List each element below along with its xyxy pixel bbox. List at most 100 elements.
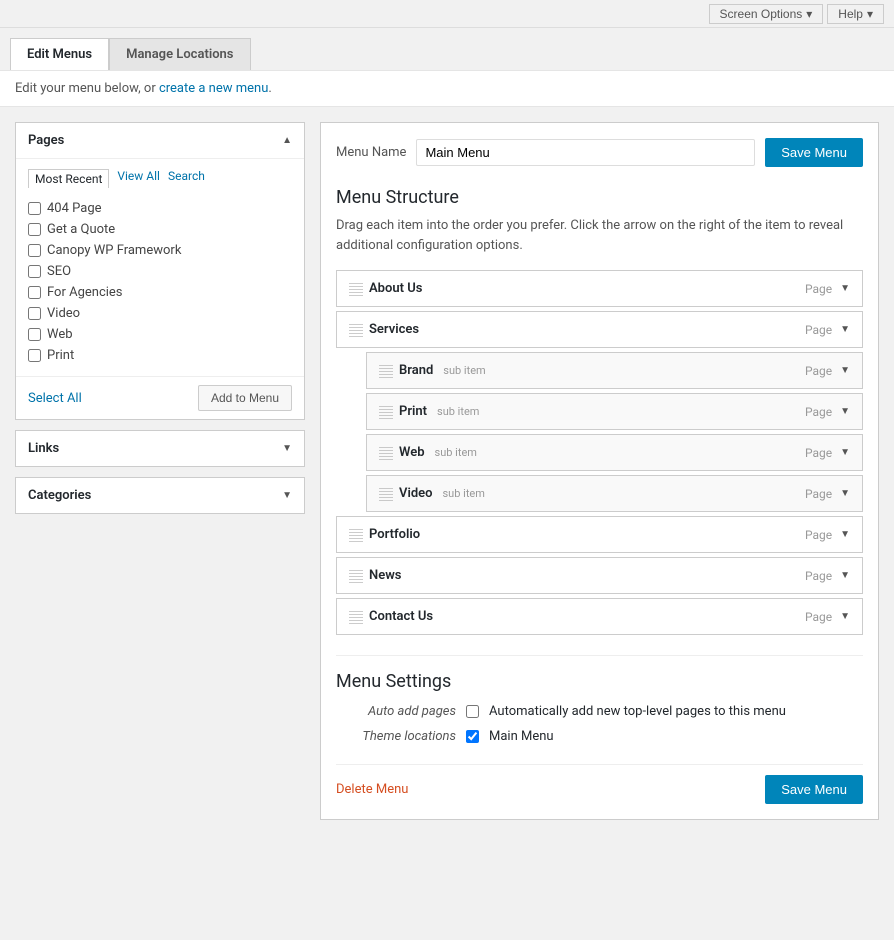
links-accordion: Links ▼ [15,430,305,467]
top-bar: Screen Options ▾ Help ▾ [0,0,894,28]
screen-options-arrow-icon: ▾ [806,7,812,21]
menu-item-about-us-right: Page ▼ [805,282,850,296]
menu-item-web[interactable]: Web sub item Page ▼ [366,434,863,471]
menu-item-video-sub-label: sub item [443,487,485,500]
menu-item-news[interactable]: News Page ▼ [336,557,863,594]
create-new-menu-link[interactable]: create a new menu [159,81,268,96]
select-all-link[interactable]: Select All [28,391,82,406]
menu-item-portfolio-right: Page ▼ [805,528,850,542]
menu-item-contact-us-type: Page [805,610,832,624]
menu-items-list: About Us Page ▼ Services Page ▼ [336,270,863,635]
drag-handle-icon [349,528,363,542]
menu-item-services[interactable]: Services Page ▼ [336,311,863,348]
menu-item-contact-us[interactable]: Contact Us Page ▼ [336,598,863,635]
page-checkbox-agencies[interactable] [28,286,41,299]
help-button[interactable]: Help ▾ [827,4,884,24]
pages-checkbox-list: 404 Page Get a Quote Canopy WP Framework… [28,198,292,366]
pages-tab-search[interactable]: Search [168,169,205,188]
page-checkbox-quote[interactable] [28,223,41,236]
menu-name-input[interactable] [416,139,755,166]
pages-tab-view-all[interactable]: View All [117,169,160,188]
drag-handle-icon [379,487,393,501]
menu-item-web-right: Page ▼ [805,446,850,460]
menu-item-contact-us-label: Contact Us [369,609,433,624]
screen-options-button[interactable]: Screen Options ▾ [709,4,824,24]
menu-item-brand-left: Brand sub item [379,363,486,378]
menu-item-services-left: Services [349,322,419,337]
page-checkbox-video[interactable] [28,307,41,320]
menu-item-print[interactable]: Print sub item Page ▼ [366,393,863,430]
list-item: Video [28,303,292,324]
menu-item-print-expand-icon[interactable]: ▼ [840,406,850,417]
menu-item-services-expand-icon[interactable]: ▼ [840,324,850,335]
menu-item-web-left: Web sub item [379,445,477,460]
menu-item-services-type: Page [805,323,832,337]
page-label-video: Video [47,306,80,321]
links-expand-icon: ▼ [282,443,292,454]
menu-item-about-us-expand-icon[interactable]: ▼ [840,283,850,294]
screen-options-label: Screen Options [720,7,803,21]
drag-handle-icon [349,323,363,337]
auto-add-checkbox[interactable] [466,705,479,718]
menu-item-contact-us-expand-icon[interactable]: ▼ [840,611,850,622]
menu-item-services-label: Services [369,322,419,337]
categories-accordion-header[interactable]: Categories ▼ [16,478,304,513]
save-menu-button-bottom[interactable]: Save Menu [765,775,863,804]
drag-handle-icon [379,364,393,378]
help-label: Help [838,7,863,21]
menu-item-print-left: Print sub item [379,404,479,419]
menu-item-video[interactable]: Video sub item Page ▼ [366,475,863,512]
menu-item-web-sub-label: sub item [435,446,477,459]
save-menu-button-top[interactable]: Save Menu [765,138,863,167]
menu-item-contact-us-right: Page ▼ [805,610,850,624]
menu-item-news-right: Page ▼ [805,569,850,583]
categories-expand-icon: ▼ [282,490,292,501]
page-label-canopy: Canopy WP Framework [47,243,181,258]
menu-item-brand-expand-icon[interactable]: ▼ [840,365,850,376]
menu-item-video-expand-icon[interactable]: ▼ [840,488,850,499]
page-checkbox-web[interactable] [28,328,41,341]
menu-footer: Delete Menu Save Menu [336,764,863,804]
page-checkbox-seo[interactable] [28,265,41,278]
notice-bar: Edit your menu below, or create a new me… [0,70,894,107]
menu-item-video-type: Page [805,487,832,501]
list-item: 404 Page [28,198,292,219]
tab-edit-menus[interactable]: Edit Menus [10,38,109,70]
menu-item-brand[interactable]: Brand sub item Page ▼ [366,352,863,389]
page-label-print: Print [47,348,74,363]
menu-item-portfolio[interactable]: Portfolio Page ▼ [336,516,863,553]
menu-item-about-us[interactable]: About Us Page ▼ [336,270,863,307]
menu-name-label: Menu Name [336,145,406,160]
menu-item-brand-label: Brand [399,363,433,378]
pages-accordion-header[interactable]: Pages ▲ [16,123,304,158]
links-accordion-header[interactable]: Links ▼ [16,431,304,466]
page-checkbox-print[interactable] [28,349,41,362]
pages-tab-most-recent[interactable]: Most Recent [28,169,109,188]
list-item: SEO [28,261,292,282]
menu-item-about-us-label: About Us [369,281,422,296]
menu-item-web-expand-icon[interactable]: ▼ [840,447,850,458]
page-label-agencies: For Agencies [47,285,123,300]
menu-item-brand-type: Page [805,364,832,378]
menu-item-news-expand-icon[interactable]: ▼ [840,570,850,581]
add-to-menu-button[interactable]: Add to Menu [198,385,292,411]
page-checkbox-404[interactable] [28,202,41,215]
menu-item-about-us-type: Page [805,282,832,296]
delete-menu-link[interactable]: Delete Menu [336,782,408,797]
help-arrow-icon: ▾ [867,7,873,21]
menu-settings-title: Menu Settings [336,671,863,692]
page-checkbox-canopy[interactable] [28,244,41,257]
tab-manage-locations[interactable]: Manage Locations [109,38,250,70]
menu-item-brand-right: Page ▼ [805,364,850,378]
right-panel: Menu Name Save Menu Menu Structure Drag … [320,122,879,820]
menu-item-portfolio-expand-icon[interactable]: ▼ [840,529,850,540]
theme-main-menu-checkbox[interactable] [466,730,479,743]
menu-item-print-sub-label: sub item [437,405,479,418]
list-item: Web [28,324,292,345]
page-tabs: Edit Menus Manage Locations [0,28,894,70]
page-label-seo: SEO [47,264,71,279]
links-title: Links [28,441,59,456]
drag-handle-icon [349,282,363,296]
menu-structure-title: Menu Structure [336,187,863,208]
drag-handle-icon [349,610,363,624]
